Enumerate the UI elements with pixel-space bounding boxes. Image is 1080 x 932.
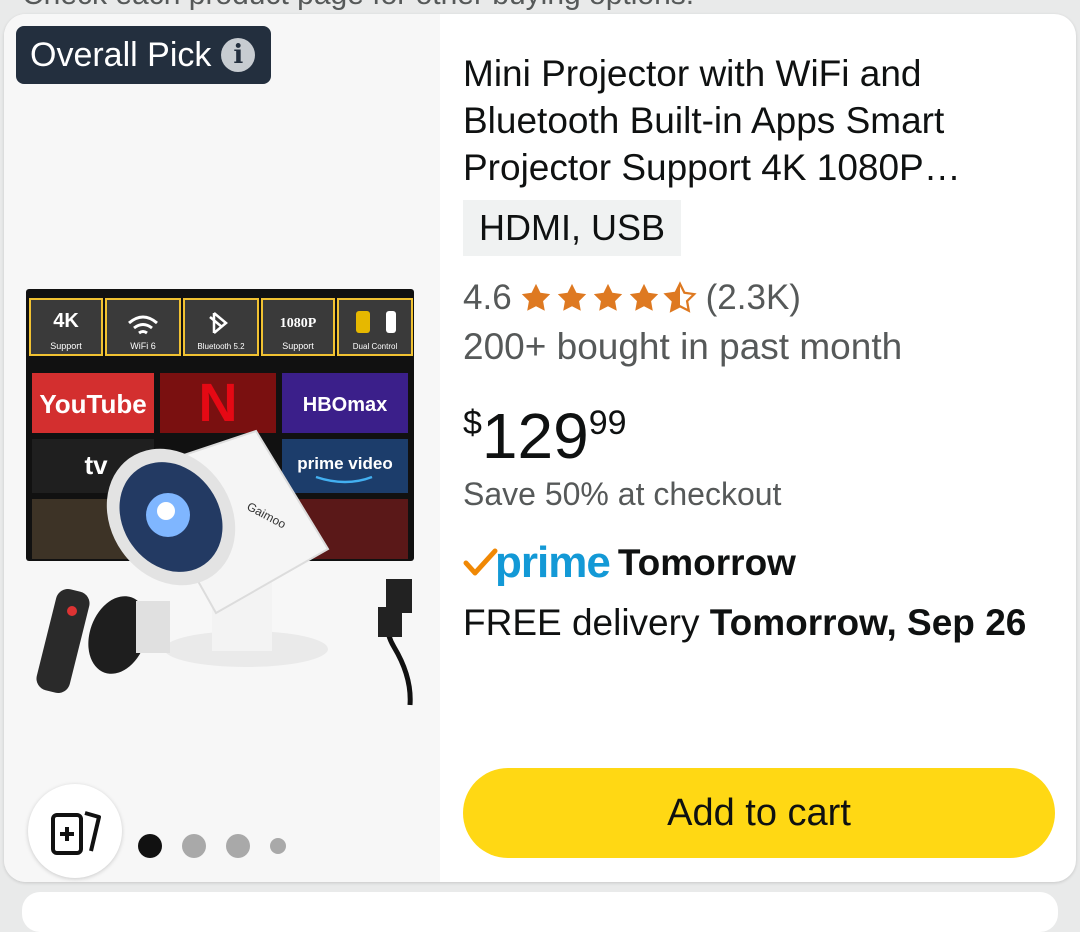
hbomax-tile: HBOmax <box>282 373 408 433</box>
overall-pick-badge: Overall Pick i <box>16 26 272 84</box>
remote-accessories <box>36 588 170 694</box>
carousel-dots <box>138 834 286 858</box>
svg-text:WiFi 6: WiFi 6 <box>130 341 156 351</box>
svg-text:Support: Support <box>282 341 314 351</box>
youtube-tile: YouTube <box>32 373 154 433</box>
star-half-icon <box>663 281 697 313</box>
price-whole: 129 <box>481 400 589 472</box>
prime-check-icon <box>463 548 498 576</box>
star-rating <box>518 281 698 315</box>
svg-text:4K: 4K <box>53 310 79 332</box>
delivery-prefix: FREE delivery <box>463 602 710 643</box>
spec-wifi-tile: WiFi 6 <box>105 298 181 356</box>
svg-text:prime video: prime video <box>297 454 392 473</box>
product-card[interactable]: Overall Pick i 4K Support WiFi 6 Bluetoo… <box>4 14 1076 882</box>
primevideo-tile: prime video <box>282 439 408 493</box>
spec-4k-tile: 4K Support <box>29 298 103 356</box>
prime-delivery-day: Tomorrow <box>617 542 796 583</box>
info-icon[interactable]: i <box>221 38 256 72</box>
compare-button[interactable] <box>28 784 122 878</box>
star-full-icon <box>557 283 586 311</box>
bought-count: 200+ bought in past month <box>463 326 903 367</box>
carousel-dot-1[interactable] <box>138 834 162 858</box>
star-full-icon <box>629 283 658 311</box>
price-fraction: 99 <box>588 404 627 442</box>
star-full-icon <box>593 283 622 311</box>
delivery-info: FREE delivery Tomorrow, Sep 26 <box>463 600 1043 646</box>
product-image-panel[interactable]: Overall Pick i 4K Support WiFi 6 Bluetoo… <box>4 14 440 882</box>
svg-text:N: N <box>199 373 238 433</box>
svg-text:Bluetooth 5.2: Bluetooth 5.2 <box>197 342 245 351</box>
svg-text:YouTube: YouTube <box>39 389 146 419</box>
price: $ 129 99 <box>463 396 627 476</box>
save-text: Save 50% at checkout <box>463 476 782 512</box>
rating-row[interactable]: 4.6 (2.3K) <box>463 278 801 318</box>
badge-label: Overall Pick <box>30 35 212 74</box>
price-symbol: $ <box>463 404 482 442</box>
compare-icon <box>51 811 101 855</box>
carousel-dot-3[interactable] <box>226 834 250 858</box>
next-card-edge <box>22 892 1058 932</box>
product-title[interactable]: Mini Projector with WiFi and Bluetooth B… <box>463 50 1043 191</box>
spec-1080p-tile: 1080P Support <box>261 298 335 356</box>
carousel-dot-4[interactable] <box>270 838 286 854</box>
prime-logo: prime <box>495 538 611 587</box>
delivery-date: Tomorrow, Sep 26 <box>709 602 1027 643</box>
svg-text:HBOmax: HBOmax <box>303 394 387 416</box>
review-count: (2.3K) <box>705 278 801 317</box>
netflix-tile: N <box>160 373 276 433</box>
prime-row: prime Tomorrow <box>463 538 796 588</box>
svg-text:tv: tv <box>84 450 108 480</box>
carousel-dot-2[interactable] <box>182 834 206 858</box>
spec-bluetooth-tile: Bluetooth 5.2 <box>183 298 259 356</box>
add-to-cart-button[interactable]: Add to cart <box>463 768 1055 858</box>
svg-text:Dual Control: Dual Control <box>353 342 398 351</box>
svg-text:1080P: 1080P <box>280 316 317 331</box>
star-full-icon <box>521 283 550 311</box>
svg-text:Support: Support <box>50 341 82 351</box>
top-note: Check each product page for other buying… <box>22 0 694 12</box>
product-image[interactable]: 4K Support WiFi 6 Bluetooth 5.2 1080P Su… <box>26 289 418 709</box>
spec-dual-control-tile: Dual Control <box>337 298 413 356</box>
rating-value: 4.6 <box>463 278 512 317</box>
variant-chip: HDMI, USB <box>463 200 682 256</box>
